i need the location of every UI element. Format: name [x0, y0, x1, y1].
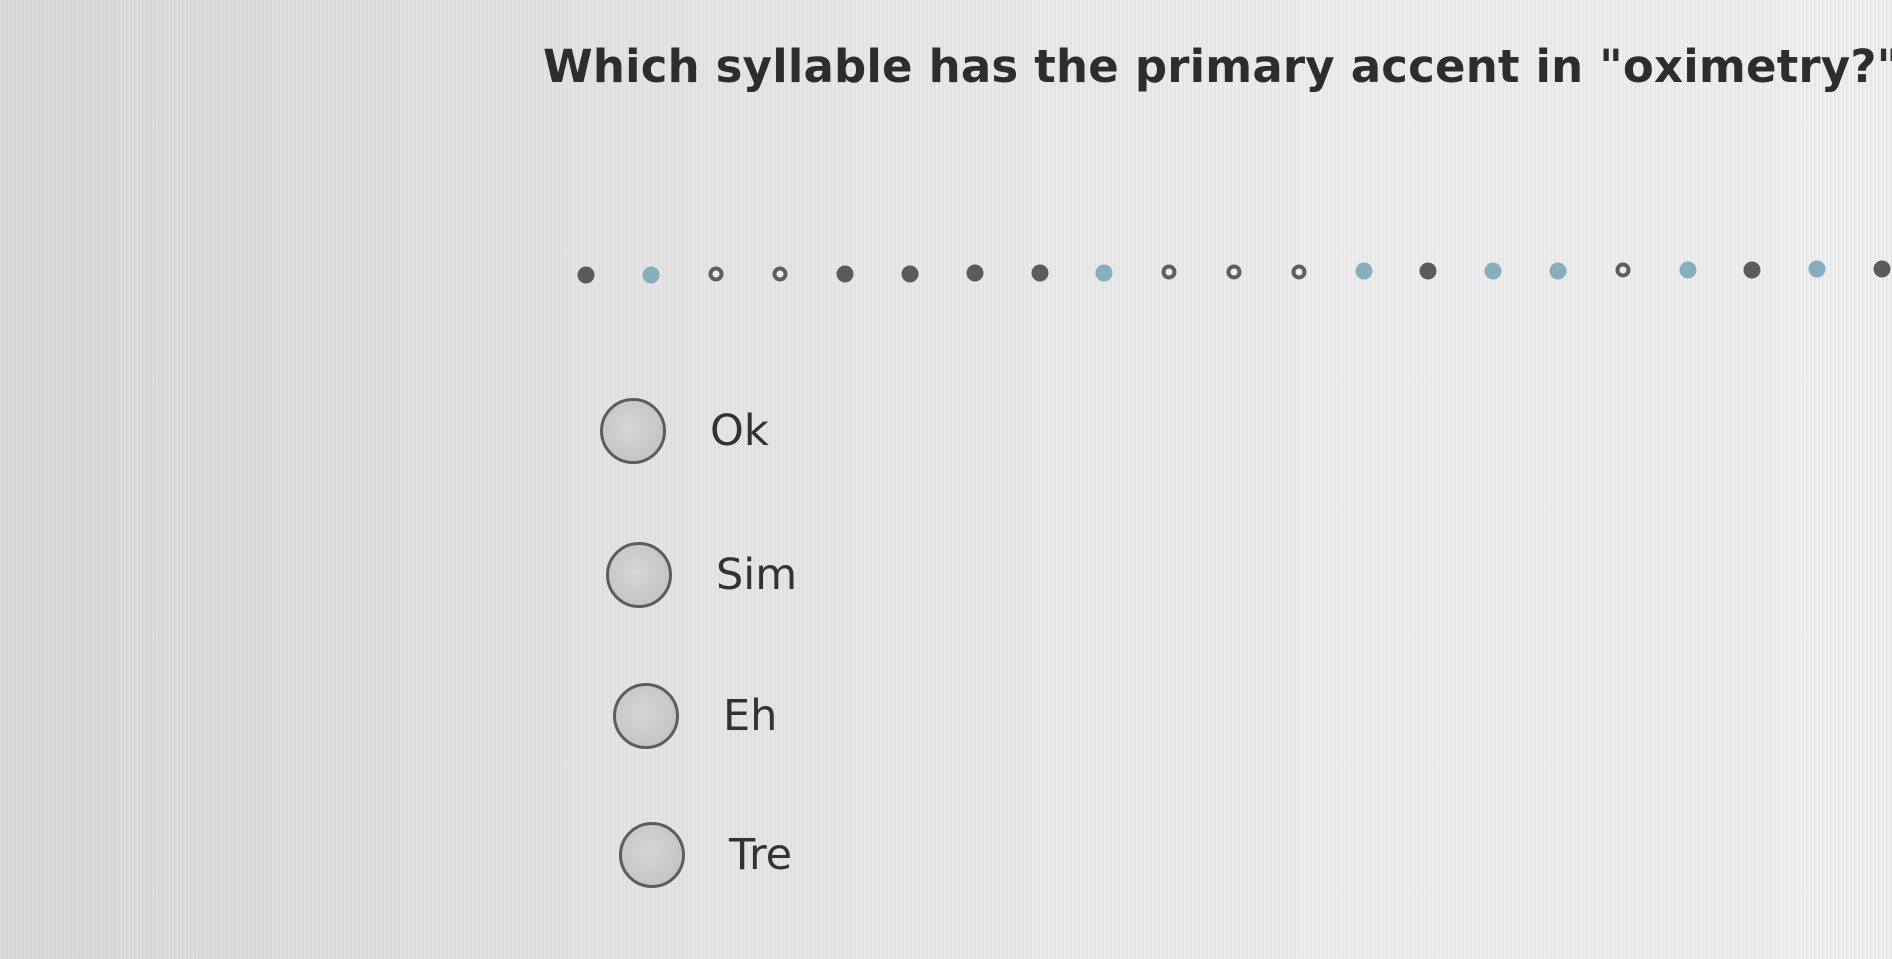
progress-dot-18[interactable] — [1679, 261, 1697, 279]
answer-option-3[interactable]: Eh — [613, 683, 777, 749]
quiz-screen: Which syllable has the primary accent in… — [0, 0, 1892, 959]
progress-dot-12[interactable] — [1291, 264, 1307, 280]
answer-option-2[interactable]: Sim — [606, 542, 797, 608]
question-text: Which syllable has the primary accent in… — [543, 40, 1892, 93]
answer-label-4: Tre — [729, 830, 793, 880]
answer-label-2: Sim — [716, 550, 798, 600]
progress-dot-19[interactable] — [1743, 261, 1761, 279]
answer-option-1[interactable]: Ok — [600, 398, 769, 464]
progress-dot-13[interactable] — [1355, 262, 1373, 280]
progress-dot-9[interactable] — [1095, 264, 1113, 282]
progress-dot-4[interactable] — [772, 266, 788, 282]
progress-dot-21[interactable] — [1873, 260, 1891, 278]
progress-dot-17[interactable] — [1615, 262, 1631, 278]
answer-radio-4[interactable] — [619, 822, 685, 888]
progress-dot-7[interactable] — [966, 264, 984, 282]
progress-dot-11[interactable] — [1226, 264, 1242, 280]
progress-dot-8[interactable] — [1031, 264, 1049, 282]
progress-dot-15[interactable] — [1484, 262, 1502, 280]
answer-radio-2[interactable] — [606, 542, 672, 608]
answer-label-1: Ok — [710, 406, 769, 456]
progress-dot-10[interactable] — [1161, 264, 1177, 280]
progress-dot-5[interactable] — [836, 265, 854, 283]
progress-dot-6[interactable] — [901, 265, 919, 282]
answer-radio-1[interactable] — [600, 398, 666, 464]
progress-dot-16[interactable] — [1549, 262, 1567, 279]
question-progress-dots — [0, 0, 1892, 959]
progress-dot-3[interactable] — [708, 266, 724, 282]
progress-dot-1[interactable] — [577, 266, 595, 284]
answer-option-4[interactable]: Tre — [619, 822, 792, 888]
answer-radio-3[interactable] — [613, 683, 679, 749]
progress-dot-14[interactable] — [1419, 262, 1437, 280]
progress-dot-20[interactable] — [1808, 260, 1826, 278]
answer-label-3: Eh — [723, 691, 778, 741]
progress-dot-2[interactable] — [642, 266, 660, 284]
